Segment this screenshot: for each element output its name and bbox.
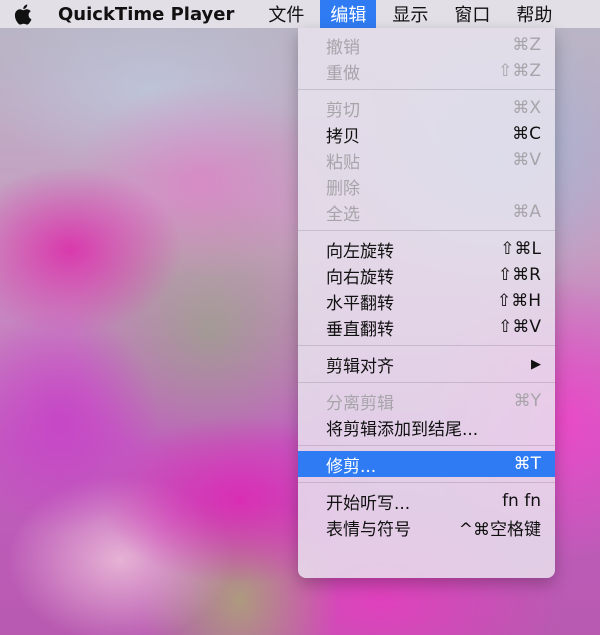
menu-item-emoji-symbols[interactable]: 表情与符号 ^⌘空格键 xyxy=(298,514,555,540)
menu-item-rotate-right[interactable]: 向右旋转 ⇧⌘R xyxy=(298,262,555,288)
menu-item-rotate-left[interactable]: 向左旋转 ⇧⌘L xyxy=(298,236,555,262)
menu-separator xyxy=(298,482,555,483)
menu-item-label: 删除 xyxy=(326,178,360,199)
menu-help[interactable]: 帮助 xyxy=(506,0,562,28)
menu-item-label: 垂直翻转 xyxy=(326,319,394,340)
shortcut-label: ⇧⌘V xyxy=(498,317,541,337)
menu-item-label: 重做 xyxy=(326,63,360,84)
shortcut-label: ⌘Z xyxy=(512,35,541,55)
menu-item-trim[interactable]: 修剪... ⌘T xyxy=(298,451,555,477)
menu-file[interactable]: 文件 xyxy=(258,0,314,28)
menu-bar: QuickTime Player 文件 编辑 显示 窗口 帮助 xyxy=(0,0,600,28)
shortcut-label: ⌘A xyxy=(512,202,541,222)
shortcut-label: ^⌘空格键 xyxy=(458,519,541,540)
shortcut-label: ⌘X xyxy=(512,98,541,118)
shortcut-label: fn fn xyxy=(502,491,541,511)
menu-item-label: 开始听写... xyxy=(326,493,411,514)
menu-view[interactable]: 显示 xyxy=(382,0,438,28)
menu-item-label: 水平翻转 xyxy=(326,293,394,314)
menu-item-label: 将剪辑添加到结尾... xyxy=(326,419,479,440)
shortcut-label: ⇧⌘L xyxy=(500,239,541,259)
shortcut-label: ⇧⌘Z xyxy=(498,61,541,81)
menu-item-paste[interactable]: 粘贴 ⌘V xyxy=(298,147,555,173)
menu-item-flip-horizontal[interactable]: 水平翻转 ⇧⌘H xyxy=(298,288,555,314)
menu-item-redo[interactable]: 重做 ⇧⌘Z xyxy=(298,58,555,84)
menu-item-cut[interactable]: 剪切 ⌘X xyxy=(298,95,555,121)
submenu-arrow-icon: ▶ xyxy=(531,356,541,372)
menu-item-start-dictation[interactable]: 开始听写... fn fn xyxy=(298,488,555,514)
menu-item-label: 向右旋转 xyxy=(326,267,394,288)
menu-separator xyxy=(298,230,555,231)
menu-edit[interactable]: 编辑 xyxy=(320,0,377,28)
menu-item-label: 剪辑对齐 xyxy=(326,356,394,377)
menu-item-select-all[interactable]: 全选 ⌘A xyxy=(298,199,555,225)
apple-logo-icon[interactable] xyxy=(12,3,34,25)
menu-separator xyxy=(298,89,555,90)
shortcut-label: ⌘Y xyxy=(513,391,541,411)
shortcut-label: ⇧⌘R xyxy=(497,265,541,285)
menu-item-split-clip[interactable]: 分离剪辑 ⌘Y xyxy=(298,388,555,414)
edit-menu-dropdown: 撤销 ⌘Z 重做 ⇧⌘Z 剪切 ⌘X 拷贝 ⌘C 粘贴 ⌘V 删除 全选 ⌘A … xyxy=(298,28,555,578)
menu-item-label: 撤销 xyxy=(326,37,360,58)
menu-item-label: 修剪... xyxy=(326,456,377,477)
menu-item-label: 分离剪辑 xyxy=(326,393,394,414)
menu-item-label: 拷贝 xyxy=(326,126,360,147)
menu-item-label: 全选 xyxy=(326,204,360,225)
menu-item-flip-vertical[interactable]: 垂直翻转 ⇧⌘V xyxy=(298,314,555,340)
menu-item-label: 剪切 xyxy=(326,100,360,121)
menu-item-label: 粘贴 xyxy=(326,152,360,173)
shortcut-label: ⌘C xyxy=(512,124,541,144)
menu-item-label: 表情与符号 xyxy=(326,519,411,540)
menu-item-add-clip-to-end[interactable]: 将剪辑添加到结尾... xyxy=(298,414,555,440)
menu-item-label: 向左旋转 xyxy=(326,241,394,262)
menu-window[interactable]: 窗口 xyxy=(444,0,500,28)
shortcut-label: ⌘T xyxy=(513,454,541,474)
shortcut-label: ⌘V xyxy=(512,150,541,170)
app-name-menu[interactable]: QuickTime Player xyxy=(58,4,234,25)
menu-item-snap-clips[interactable]: 剪辑对齐 ▶ xyxy=(298,351,555,377)
shortcut-label: ⇧⌘H xyxy=(496,291,541,311)
menu-separator xyxy=(298,345,555,346)
menu-item-copy[interactable]: 拷贝 ⌘C xyxy=(298,121,555,147)
menu-item-delete[interactable]: 删除 xyxy=(298,173,555,199)
menu-separator xyxy=(298,382,555,383)
menu-separator xyxy=(298,445,555,446)
menu-item-undo[interactable]: 撤销 ⌘Z xyxy=(298,32,555,58)
